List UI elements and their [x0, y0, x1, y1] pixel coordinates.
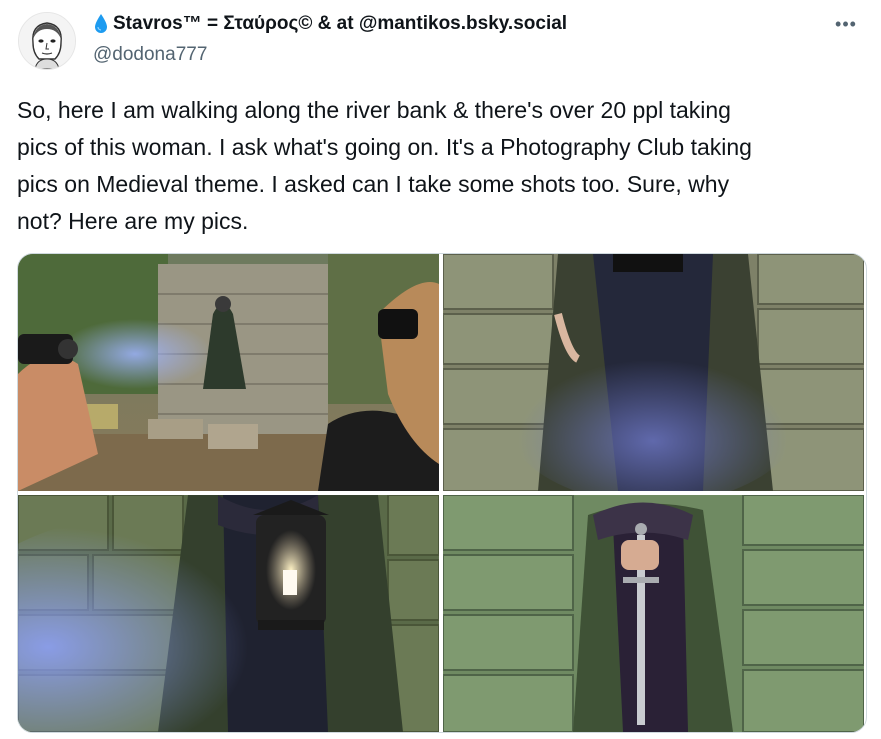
author-display-name[interactable]: Stavros™ = Σταύρος© & at @mantikos.bsky.…	[113, 13, 567, 35]
more-options-button[interactable]: •••	[831, 12, 861, 36]
sketch-portrait-icon	[19, 13, 75, 69]
water-drop-icon	[93, 13, 109, 35]
photo-lantern-image	[18, 495, 439, 732]
photo-3[interactable]	[18, 495, 439, 732]
tweet-text: So, here I am walking along the river ba…	[17, 97, 752, 234]
photo-sword-image	[443, 495, 864, 732]
avatar[interactable]	[18, 12, 76, 70]
more-dots-icon: •••	[835, 13, 857, 34]
photo-2[interactable]	[443, 254, 864, 491]
photo-photographers-image	[18, 254, 439, 491]
photo-cloak-image	[443, 254, 864, 491]
photo-4[interactable]	[443, 495, 864, 732]
author-name-row[interactable]: Stavros™ = Σταύρος© & at @mantikos.bsky.…	[93, 13, 567, 35]
photo-1[interactable]	[18, 254, 439, 491]
media-grid	[17, 253, 867, 733]
author-handle[interactable]: @dodona777	[93, 44, 207, 66]
